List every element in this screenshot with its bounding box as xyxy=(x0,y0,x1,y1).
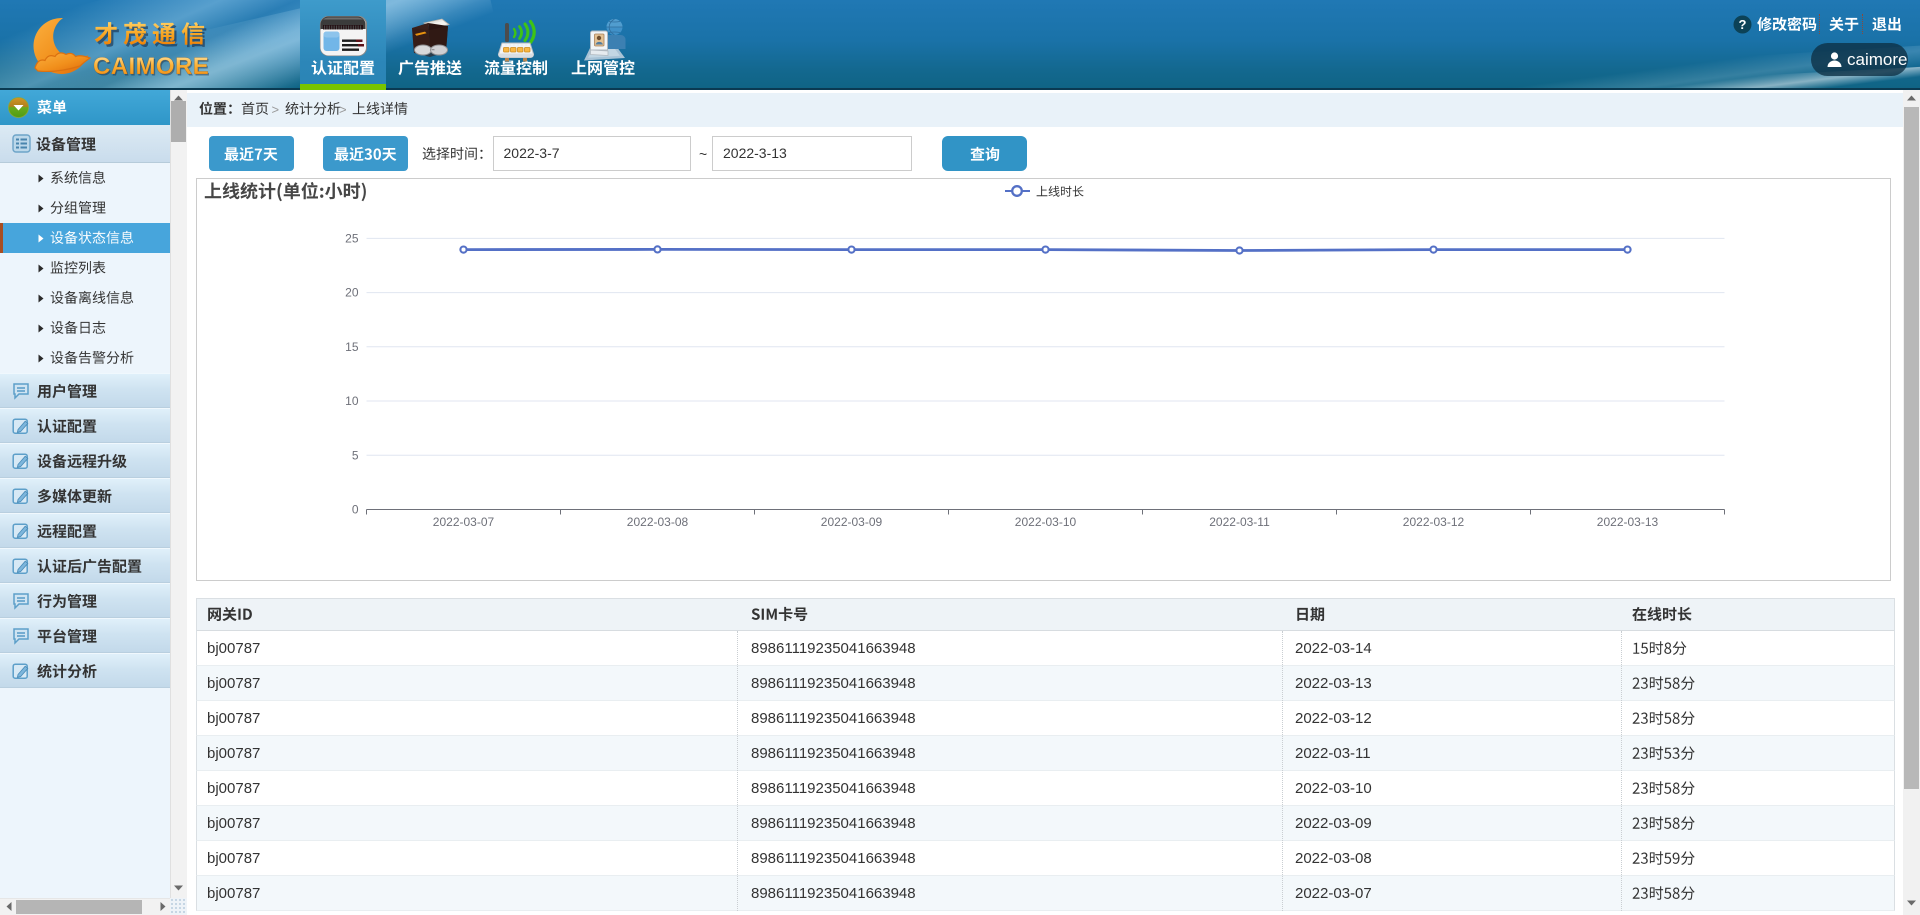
svg-text:25: 25 xyxy=(345,231,359,245)
svg-text:2022-03-10: 2022-03-10 xyxy=(1014,515,1076,529)
svg-text:10: 10 xyxy=(345,394,359,408)
svg-text:2022-03-08: 2022-03-08 xyxy=(626,515,688,529)
svg-text:0: 0 xyxy=(351,503,358,517)
svg-text:CAIMORE: CAIMORE xyxy=(93,53,209,80)
svg-text:2022-03-07: 2022-03-07 xyxy=(432,515,494,529)
svg-text:2022-03-09: 2022-03-09 xyxy=(820,515,882,529)
svg-text:2022-03-11: 2022-03-11 xyxy=(1209,515,1270,529)
svg-text:15: 15 xyxy=(345,340,359,354)
svg-text:20: 20 xyxy=(345,286,359,300)
svg-text:?: ? xyxy=(1739,17,1747,32)
svg-text:2022-03-12: 2022-03-12 xyxy=(1402,515,1464,529)
svg-text:2022-03-13: 2022-03-13 xyxy=(1596,515,1658,529)
svg-text:5: 5 xyxy=(351,448,358,462)
